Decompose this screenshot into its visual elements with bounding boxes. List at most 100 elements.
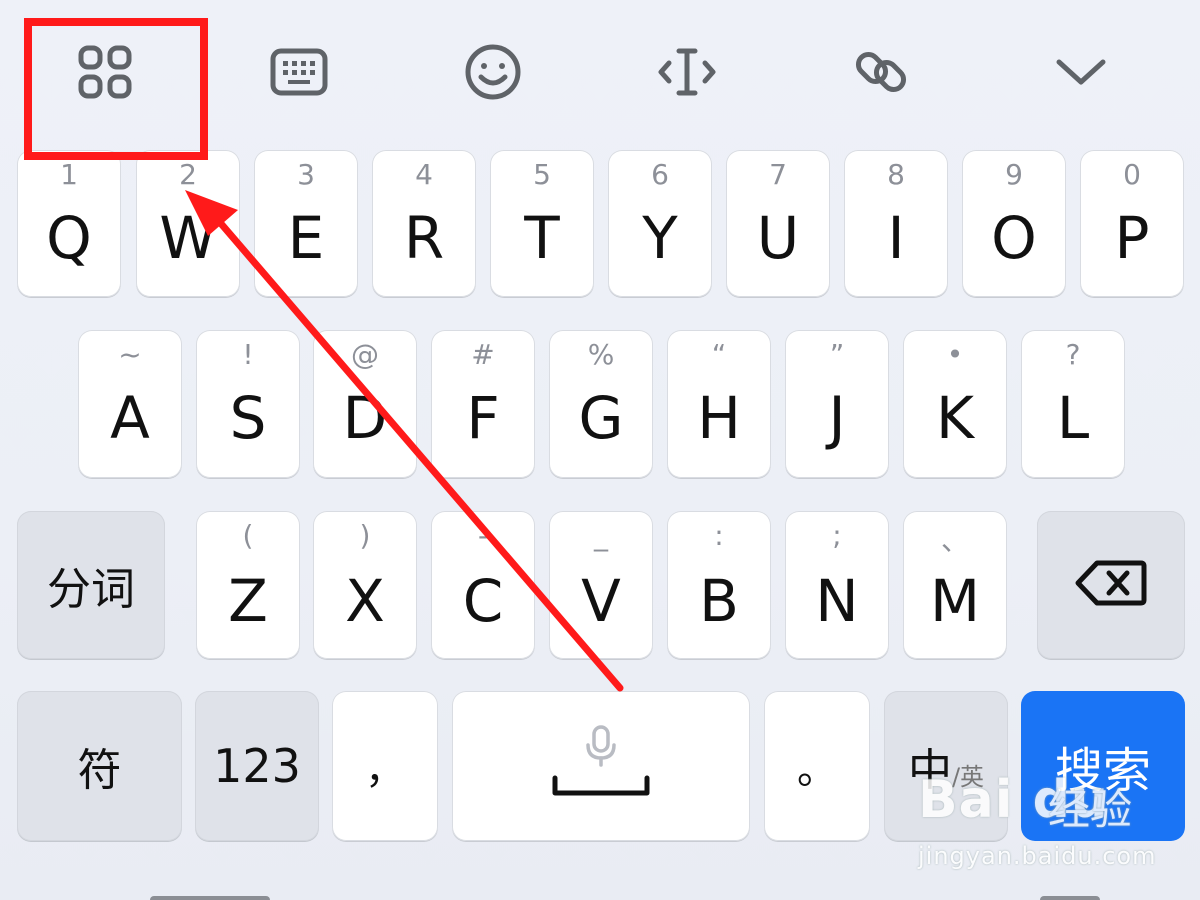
language-alt-label: /英: [951, 763, 985, 791]
collapse-chevron-icon: [1055, 57, 1107, 87]
key-label: N: [815, 567, 859, 635]
key-label: Y: [642, 203, 678, 272]
comma-label: ，: [365, 747, 405, 793]
key-m[interactable]: 、 M: [903, 511, 1007, 659]
key-label: E: [287, 203, 325, 272]
key-b[interactable]: :B: [667, 511, 771, 659]
key-label: H: [697, 384, 741, 452]
clipboard-link-button[interactable]: [806, 22, 956, 122]
nav-pill-right: [1040, 896, 1100, 900]
key-label: B: [699, 567, 739, 635]
key-label: G: [578, 384, 624, 452]
key-hint: #: [471, 338, 495, 371]
language-switch-key[interactable]: 中 /英: [884, 691, 1008, 841]
emoji-icon: [464, 43, 522, 101]
key-label: S: [229, 384, 267, 452]
key-k[interactable]: • K: [903, 330, 1007, 478]
key-r[interactable]: 4R: [372, 150, 476, 297]
key-h[interactable]: “H: [667, 330, 771, 478]
microphone-icon: [586, 725, 616, 772]
key-label: O: [991, 203, 1037, 272]
key-label: J: [828, 384, 846, 452]
clipboard-link-icon: [853, 44, 909, 100]
text-cursor-icon: [657, 47, 717, 97]
key-z[interactable]: (Z: [196, 511, 300, 659]
key-label: U: [756, 203, 800, 272]
key-label: Z: [228, 567, 268, 635]
period-key[interactable]: 。: [764, 691, 870, 841]
backspace-icon: [1075, 559, 1147, 612]
key-label: M: [929, 567, 981, 635]
numbers-key[interactable]: 123: [195, 691, 319, 841]
key-label: W: [159, 203, 217, 272]
key-p[interactable]: 0P: [1080, 150, 1184, 297]
numbers-label: 123: [213, 739, 301, 793]
language-main-label: 中: [907, 745, 952, 796]
key-hint: 2: [179, 158, 197, 191]
key-f[interactable]: # F: [431, 330, 535, 478]
key-hint: @: [351, 338, 379, 371]
key-hint: “: [711, 338, 727, 371]
collapse-keyboard-button[interactable]: [1006, 22, 1156, 122]
key-hint: 9: [1005, 158, 1023, 191]
key-o[interactable]: 9O: [962, 150, 1066, 297]
symbols-key[interactable]: 符: [17, 691, 182, 841]
key-hint: :: [714, 519, 724, 552]
key-i[interactable]: 8I: [844, 150, 948, 297]
key-v[interactable]: _ V: [549, 511, 653, 659]
keyboard-button[interactable]: [224, 22, 374, 122]
key-label: T: [524, 203, 560, 272]
key-label: K: [935, 384, 975, 452]
key-hint: 3: [297, 158, 315, 191]
backspace-key[interactable]: [1037, 511, 1185, 659]
apps-grid-button[interactable]: [30, 22, 180, 122]
text-cursor-button[interactable]: [612, 22, 762, 122]
key-label: A: [110, 384, 150, 452]
key-hint: ;: [832, 519, 842, 552]
key-label: R: [403, 203, 445, 272]
key-label: P: [1114, 203, 1150, 272]
key-a[interactable]: ~ A: [78, 330, 182, 478]
key-e[interactable]: 3E: [254, 150, 358, 297]
key-hint: 8: [887, 158, 905, 191]
key-hint: %: [587, 338, 615, 371]
segment-label: 分词: [47, 564, 135, 615]
key-l[interactable]: ? L: [1021, 330, 1125, 478]
key-w[interactable]: 2W: [136, 150, 240, 297]
period-label: 。: [797, 747, 837, 793]
key-g[interactable]: % G: [549, 330, 653, 478]
search-key[interactable]: 搜索: [1021, 691, 1185, 841]
key-u[interactable]: 7U: [726, 150, 830, 297]
key-hint: •: [946, 338, 964, 371]
key-hint: 0: [1123, 158, 1141, 191]
key-j[interactable]: ” J: [785, 330, 889, 478]
emoji-button[interactable]: [418, 22, 568, 122]
key-label: D: [342, 384, 388, 452]
segment-key[interactable]: 分词: [17, 511, 165, 659]
key-hint: ): [359, 519, 371, 552]
key-q[interactable]: 1Q: [17, 150, 121, 297]
key-label: C: [462, 567, 504, 635]
key-c[interactable]: -C: [431, 511, 535, 659]
keyboard-icon: [270, 48, 328, 96]
key-hint: ?: [1065, 338, 1081, 371]
key-d[interactable]: @ D: [313, 330, 417, 478]
key-label: F: [466, 384, 500, 452]
space-bar-icon: [551, 775, 651, 804]
apps-grid-icon: [77, 44, 133, 100]
key-hint: -: [477, 519, 489, 552]
key-label: Q: [46, 203, 92, 272]
key-x[interactable]: ) X: [313, 511, 417, 659]
key-y[interactable]: 6Y: [608, 150, 712, 297]
key-s[interactable]: ! S: [196, 330, 300, 478]
key-n[interactable]: ; N: [785, 511, 889, 659]
nav-pill-left: [150, 896, 270, 900]
space-key[interactable]: [452, 691, 750, 841]
key-t[interactable]: 5T: [490, 150, 594, 297]
key-hint: 5: [533, 158, 551, 191]
key-hint: 1: [60, 158, 78, 191]
key-label: L: [1056, 384, 1090, 452]
comma-key[interactable]: ，: [332, 691, 438, 841]
key-hint: ”: [829, 338, 845, 371]
key-hint: 7: [769, 158, 787, 191]
